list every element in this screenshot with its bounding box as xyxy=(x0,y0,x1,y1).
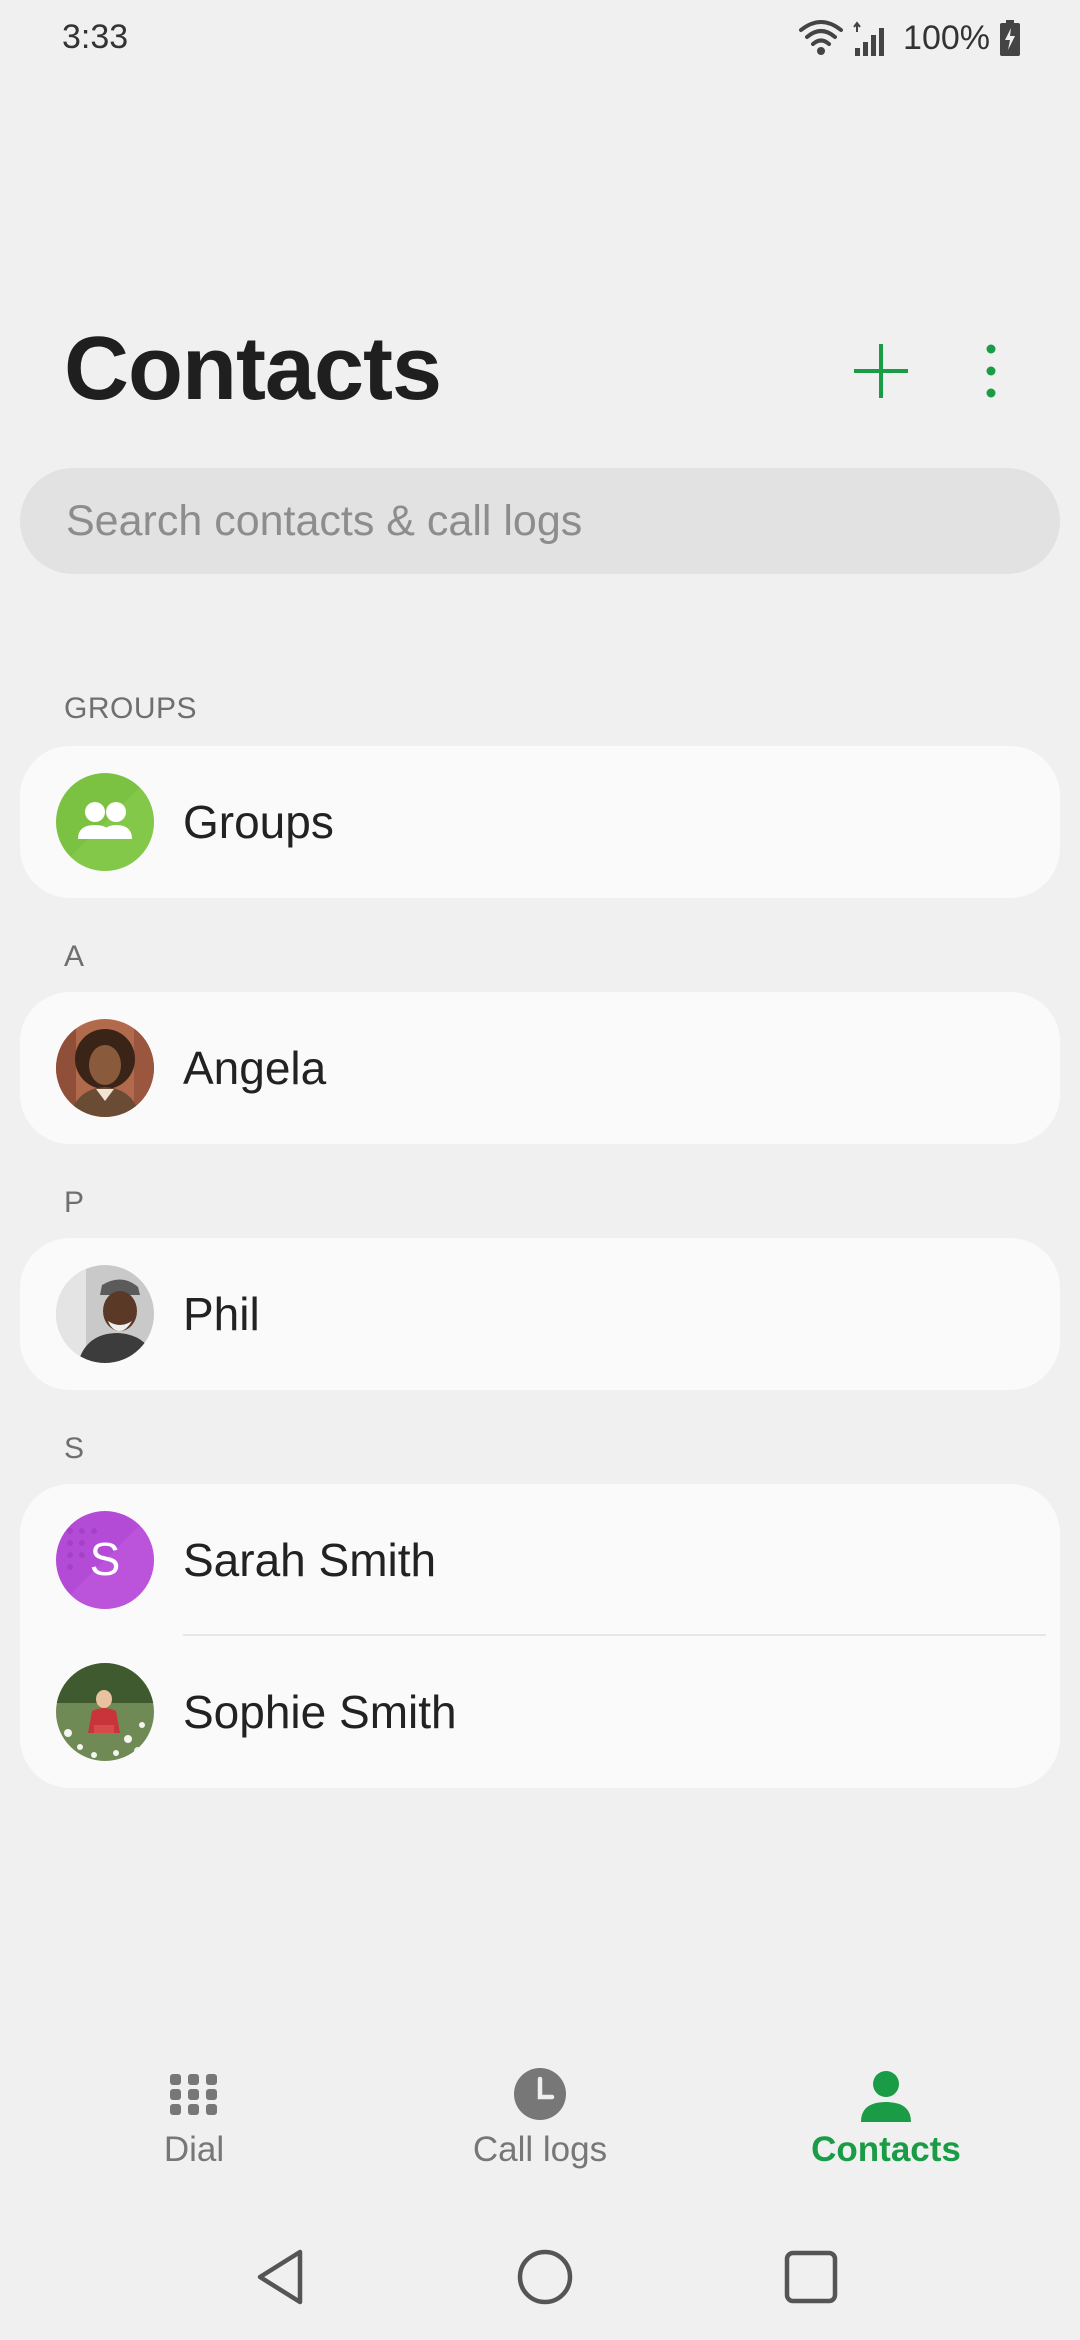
section-p-card: Phil xyxy=(20,1238,1060,1390)
nav-label: Contacts xyxy=(811,2130,961,2169)
nav-contacts[interactable]: Contacts xyxy=(736,2040,1036,2190)
dialpad-icon xyxy=(170,2074,217,2115)
bottom-navigation: Dial Call logs Contacts xyxy=(0,2040,1080,2190)
system-navigation xyxy=(0,2220,1080,2340)
nav-label: Dial xyxy=(163,2130,225,2169)
signal-icon xyxy=(851,18,891,58)
angela-photo xyxy=(56,1019,154,1117)
contact-name: Angela xyxy=(183,1042,327,1094)
contacts-screen: 3:33 100% Contacts Search contacts & cal… xyxy=(0,0,1080,2340)
letter-avatar: S xyxy=(56,1511,154,1609)
search-input[interactable] xyxy=(20,468,1060,574)
sophie-photo xyxy=(56,1663,154,1761)
status-time: 3:33 xyxy=(62,18,129,56)
groups-card: Groups xyxy=(20,746,1060,898)
back-button[interactable] xyxy=(246,2242,316,2312)
status-bar: 3:33 100% xyxy=(0,0,1080,80)
section-s-card: S Sarah Smith Sophie Smith xyxy=(20,1484,1060,1788)
section-a-card: Angela xyxy=(20,992,1060,1144)
home-button[interactable] xyxy=(510,2242,580,2312)
more-vert-icon xyxy=(986,344,996,398)
avatar xyxy=(56,1663,154,1761)
search-bar[interactable] xyxy=(20,468,1060,574)
nav-dial[interactable]: Dial xyxy=(44,2040,344,2190)
contact-name: Sophie Smith xyxy=(183,1686,457,1738)
list-item-angela[interactable]: Angela xyxy=(20,992,1060,1144)
section-header-a: A xyxy=(64,940,85,973)
recents-icon xyxy=(784,2250,838,2304)
avatar: S xyxy=(56,1511,154,1609)
section-header-s: S xyxy=(64,1432,85,1465)
section-header-groups: GROUPS xyxy=(64,692,198,725)
clock-icon xyxy=(514,2068,566,2120)
phil-photo xyxy=(56,1265,154,1363)
status-icons: 100% xyxy=(799,14,1022,62)
home-icon xyxy=(517,2249,573,2305)
back-icon xyxy=(257,2249,303,2305)
recents-button[interactable] xyxy=(776,2242,846,2312)
contact-name: Sarah Smith xyxy=(183,1534,437,1586)
list-item-sophie-smith[interactable]: Sophie Smith xyxy=(20,1636,1060,1788)
avatar xyxy=(56,1265,154,1363)
avatar xyxy=(56,1019,154,1117)
section-header-p: P xyxy=(64,1186,85,1219)
plus-icon xyxy=(854,344,908,398)
nav-label: Call logs xyxy=(472,2130,608,2169)
page-title: Contacts xyxy=(64,319,442,419)
battery-level: 100% xyxy=(903,18,990,57)
list-item-groups[interactable]: Groups xyxy=(20,746,1060,898)
person-icon xyxy=(861,2071,911,2122)
nav-call-logs[interactable]: Call logs xyxy=(390,2040,690,2190)
list-item-sarah-smith[interactable]: S Sarah Smith xyxy=(20,1484,1060,1636)
groups-icon xyxy=(56,773,154,871)
groups-avatar xyxy=(56,773,154,871)
wifi-icon xyxy=(799,18,844,58)
battery-charging-icon xyxy=(998,18,1022,58)
contact-name: Phil xyxy=(183,1288,260,1340)
contact-name: Groups xyxy=(183,796,334,848)
more-options-button[interactable] xyxy=(966,340,1016,402)
svg-text:S: S xyxy=(90,1533,121,1585)
add-contact-button[interactable] xyxy=(850,340,912,402)
list-item-phil[interactable]: Phil xyxy=(20,1238,1060,1390)
